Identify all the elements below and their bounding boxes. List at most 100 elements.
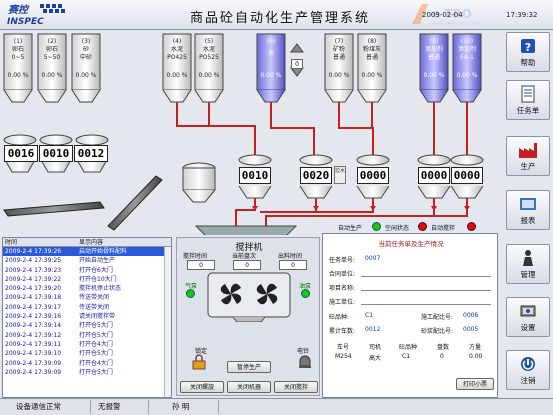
user-name: 孙 明 [172,402,190,411]
water-counter-value[interactable]: 0 [291,59,303,69]
grade-label: 砼品种: [329,314,350,321]
menu-help-button[interactable]: ? 帮助 [506,32,550,72]
pump-right-light [301,289,310,298]
project-label: 项目名称: [329,285,356,292]
menu-task-button[interactable]: 任务单 [506,80,550,120]
log-row[interactable]: 2009-2-4 17:39:09 打开仓4大门 [3,359,171,368]
cement-weigh-display: 0010 [239,167,271,184]
close-machine-button[interactable]: 关闭机器 [227,381,271,393]
log-time: 2009-2-4 17:39:09 [5,359,62,367]
log-row[interactable]: 2009-2-4 17:39:14 打开仓5大门 [3,321,171,330]
cement-hopper [182,162,216,203]
water-weigh-display: 0020 [300,167,332,184]
log-message: 请关闭搅拌带 [79,313,116,321]
log-row[interactable]: 2009-2-4 17:39:16 请关闭搅拌带 [3,312,171,321]
comm-status: 设备通信正常 [16,402,61,411]
current-plate-label: 当前盘次 [232,253,257,260]
contract-underline [361,276,491,277]
log-row[interactable]: 2009-2-4 17:39:18 传送带关闭 [3,293,171,302]
auto-stir-light [467,222,476,231]
log-message: 打开仓4大门 [79,340,113,348]
powder-weigh-display: 0000 [357,167,389,184]
discharge-time-label: 出料时间 [278,253,303,260]
log-message: 打开仓4大门 [79,359,113,367]
water-weigh-tag[interactable]: 拉水 [334,166,346,184]
log-time: 2009-2-4 17:39:09 [5,368,62,376]
log-message: 打开仓10大门 [79,275,117,283]
bell-icon[interactable] [297,354,313,370]
menu-help-label: 帮助 [520,58,536,67]
close-stir-button[interactable]: 关闭搅拌 [274,381,318,393]
menu-settings-button[interactable]: 设置 [506,297,550,337]
menu-production-button[interactable]: 生产 [506,136,550,176]
auto-stir-label: 自动搅拌 [431,225,456,232]
log-message: 打开仓5大门 [79,322,113,330]
status-divider-1 [90,400,91,414]
construct-label: 施工单位: [329,299,356,306]
log-time: 2009-2-4 17:39:10 [5,350,62,358]
log-time: 2009-2-4 17:39:26 [5,248,62,255]
help-icon: ? [521,39,535,54]
log-row[interactable]: 2009-2-4 17:39:11 打开仓4大门 [3,340,171,349]
log-scrollbar[interactable] [164,247,171,397]
project-underline [361,290,491,291]
log-header: 时间 显示内容 [3,238,171,247]
print-ticket-button[interactable]: 打印小票 [456,378,494,390]
aggregate-bin-2-weight: 0010 [39,145,73,162]
stir-time-field[interactable]: 0 [187,260,215,270]
truck-value: M254 [335,353,352,360]
alarm-status: 无报警 [98,402,121,411]
log-row[interactable]: 2009-2-4 17:39:26 启动开始骨料配料 [3,247,171,257]
log-time: 2009-2-4 17:39:12 [5,331,62,339]
current-plate-field[interactable]: 0 [233,260,261,270]
pause-production-button[interactable]: 暂停生产 [227,361,271,373]
col-truck-label: 车号 [337,344,350,351]
log-message: 启动开始骨料配料 [79,248,128,255]
log-row[interactable]: 2009-2-4 17:39:22 打开仓10大门 [3,275,171,284]
plates-value: 0 [440,353,444,360]
menu-manage-button[interactable]: 管理 [506,244,550,284]
menu-settings-label: 设置 [520,323,536,332]
task-info-panel: 当前任务单及生产情况 任务单号: 0007 合同单位: 项目名称: 施工单位: … [322,233,498,398]
log-row[interactable]: 2009-2-4 17:39:23 打开仓6大门 [3,266,171,275]
menu-report-button[interactable]: 报表 [506,190,550,230]
aggregate-bin-3-weight: 0012 [74,145,108,162]
mix-no-label: 施工配比号: [421,314,454,321]
log-row[interactable]: 2009-2-4 17:39:12 打开仓5大门 [3,331,171,340]
aggregate-bin-1-weight: 0016 [4,145,38,162]
mixer-inlet [194,225,298,235]
log-time: 2009-2-4 17:39:14 [5,322,62,330]
row-grade-value: C1 [402,353,411,360]
auto-production-light [372,222,381,231]
task-no-value: 0007 [365,255,381,262]
idle-state-light [418,222,427,231]
total-label: 累计车数: [329,328,356,335]
log-col-time: 时间 [5,239,18,246]
log-row[interactable]: 2009-2-4 17:39:10 打开仓5大门 [3,349,171,358]
log-message: 传送带关闭 [79,294,110,302]
log-message: 打开仓6大门 [79,266,113,274]
col-driver-label: 司机 [369,344,382,351]
contract-label: 合同单位: [329,271,356,278]
log-row[interactable]: 2009-2-4 17:39:25 开始自动生产 [3,256,171,265]
mixer-fans-icon [207,272,291,322]
task-icon [521,85,535,103]
log-row[interactable]: 2009-2-4 17:39:17 传送带关闭 [3,303,171,312]
lock-icon[interactable] [191,354,207,370]
log-message: 搅拌机停止状态 [79,285,122,293]
log-message: 打开仓5大门 [79,331,113,339]
log-row[interactable]: 2009-2-4 17:39:20 搅拌机停止状态 [3,284,171,293]
log-message: 开始自动生产 [79,257,116,265]
menu-logout-button[interactable]: 注销 [506,350,550,390]
status-bar: 设备通信正常 无报警 孙 明 [0,398,553,415]
menu-report-label: 报表 [520,216,536,225]
log-message: 打开仓5大门 [79,368,113,376]
mixer-panel: 搅拌机 搅拌时间 当前盘次 出料时间 0 0 0 气泵 油泵 锁定 电铃 暂停生… [176,237,320,396]
col-grade-label: 砼品种 [399,344,418,351]
construct-underline [361,304,491,305]
pump-left-light [186,289,195,298]
event-log-panel: 时间 显示内容 2009-2-4 17:39:26 启动开始骨料配料 2009-2-4… [2,237,172,398]
log-row[interactable]: 2009-2-4 17:39:09 打开仓5大门 [3,368,171,377]
discharge-time-field[interactable]: 0 [279,260,307,270]
close-screw-button[interactable]: 关闭螺旋 [180,381,224,393]
